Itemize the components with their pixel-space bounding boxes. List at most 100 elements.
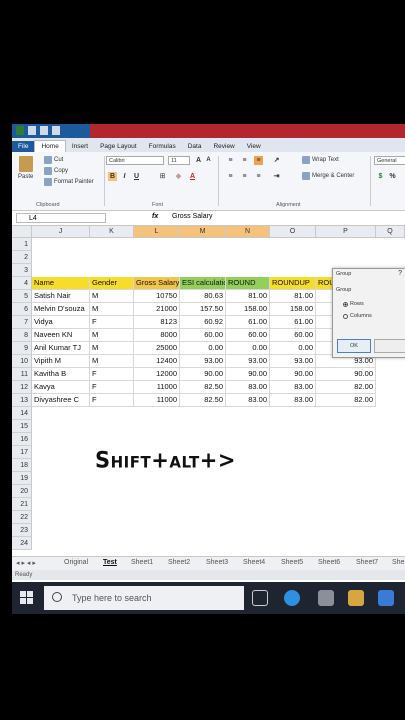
grow-font-icon[interactable]: A (194, 156, 203, 165)
indent-icon[interactable]: ⇥ (272, 172, 281, 181)
cell-rounddown[interactable]: 82.00 (316, 381, 376, 394)
file-explorer-icon[interactable] (318, 590, 334, 606)
row-header[interactable]: 8 (12, 329, 32, 342)
cell-gross-salary[interactable]: 11000 (134, 394, 180, 407)
font-size-select[interactable]: 11 (168, 156, 190, 165)
row-header[interactable]: 9 (12, 342, 32, 355)
header-cell-esi[interactable]: ESI calculation (180, 277, 226, 290)
tab-home[interactable]: Home (34, 140, 66, 152)
name-box[interactable]: L4 (16, 213, 106, 223)
row-header[interactable]: 17 (12, 446, 32, 459)
row-header[interactable]: 18 (12, 459, 32, 472)
rows-radio[interactable]: Rows (343, 301, 364, 307)
tab-data[interactable]: Data (182, 141, 208, 152)
columns-radio[interactable]: Columns (343, 313, 372, 319)
font-color-icon[interactable]: A (188, 172, 197, 181)
tab-insert[interactable]: Insert (66, 141, 94, 152)
borders-icon[interactable]: ⊞ (158, 172, 167, 181)
cell-gross-salary[interactable]: 8123 (134, 316, 180, 329)
cell-round[interactable]: 83.00 (226, 381, 270, 394)
edge-browser-icon[interactable] (284, 590, 300, 606)
cell-esi[interactable]: 82.50 (180, 394, 226, 407)
wrap-text-button[interactable]: Wrap Text (302, 156, 339, 164)
font-name-select[interactable]: Calibri (106, 156, 164, 165)
header-cell-gross-salary[interactable]: Gross Salary (134, 277, 180, 290)
row-header[interactable]: 16 (12, 433, 32, 446)
cell-round[interactable]: 83.00 (226, 394, 270, 407)
cell-roundup[interactable]: 158.00 (270, 303, 316, 316)
cell-gender[interactable]: F (90, 316, 134, 329)
cell-roundup[interactable]: 61.00 (270, 316, 316, 329)
sheet-tab-test[interactable]: Test (103, 559, 117, 566)
tab-view[interactable]: View (241, 141, 267, 152)
row-header[interactable]: 22 (12, 511, 32, 524)
row-header[interactable]: 4 (12, 277, 32, 290)
select-all-corner[interactable] (12, 226, 32, 238)
row-header[interactable]: 10 (12, 355, 32, 368)
cell-gender[interactable]: M (90, 290, 134, 303)
task-view-icon[interactable] (252, 590, 268, 606)
copy-button[interactable]: Copy (44, 167, 68, 175)
cell-gender[interactable]: M (90, 342, 134, 355)
row-header[interactable]: 21 (12, 498, 32, 511)
cell-gender[interactable]: M (90, 355, 134, 368)
cell-name[interactable]: Vipith M (32, 355, 90, 368)
cell-round[interactable]: 158.00 (226, 303, 270, 316)
cell-name[interactable]: Satish Nair (32, 290, 90, 303)
taskbar-search[interactable]: Type here to search (44, 586, 244, 610)
cell-gender[interactable]: F (90, 381, 134, 394)
cell-gross-salary[interactable]: 25000 (134, 342, 180, 355)
cell-esi[interactable]: 80.63 (180, 290, 226, 303)
cell-roundup[interactable]: 83.00 (270, 394, 316, 407)
cell-esi[interactable]: 0.00 (180, 342, 226, 355)
cell-round[interactable]: 90.00 (226, 368, 270, 381)
cell-esi[interactable]: 82.50 (180, 381, 226, 394)
redo-icon[interactable] (52, 126, 60, 135)
align-center-icon[interactable]: ≡ (240, 172, 249, 181)
italic-button[interactable]: I (120, 172, 129, 181)
tab-file[interactable]: File (12, 141, 35, 152)
cell-esi[interactable]: 60.92 (180, 316, 226, 329)
sheet-nav-arrows-icon[interactable]: ◂ ▸ ◂ ▸ (16, 559, 36, 567)
cell-gender[interactable]: M (90, 303, 134, 316)
column-header[interactable]: L (134, 226, 180, 238)
row-header[interactable]: 23 (12, 524, 32, 537)
save-icon[interactable] (28, 126, 36, 135)
header-cell-name[interactable]: Name (32, 277, 90, 290)
cell-gender[interactable]: F (90, 394, 134, 407)
cell-gross-salary[interactable]: 8000 (134, 329, 180, 342)
tab-page-layout[interactable]: Page Layout (94, 141, 143, 152)
row-header[interactable]: 19 (12, 472, 32, 485)
align-bottom-icon[interactable]: ≡ (254, 156, 263, 165)
currency-icon[interactable]: $ (376, 172, 385, 181)
cell-round[interactable]: 0.00 (226, 342, 270, 355)
row-header[interactable]: 3 (12, 264, 32, 277)
sheet-tab-sheet5[interactable]: Sheet5 (281, 559, 303, 566)
fx-icon[interactable]: fx (152, 213, 158, 220)
cell-gross-salary[interactable]: 12400 (134, 355, 180, 368)
sheet-tab-original[interactable]: Original (64, 559, 88, 566)
paste-button[interactable]: Paste (18, 156, 33, 180)
formula-input[interactable]: Gross Salary (172, 213, 212, 220)
cell-round[interactable]: 81.00 (226, 290, 270, 303)
row-header[interactable]: 20 (12, 485, 32, 498)
row-header[interactable]: 15 (12, 420, 32, 433)
cell-round[interactable]: 93.00 (226, 355, 270, 368)
row-header[interactable]: 12 (12, 381, 32, 394)
column-header[interactable]: K (90, 226, 134, 238)
cell-name[interactable]: Kavitha B (32, 368, 90, 381)
cell-esi[interactable]: 90.00 (180, 368, 226, 381)
align-top-icon[interactable]: ≡ (226, 156, 235, 165)
cell-name[interactable]: Naveen KN (32, 329, 90, 342)
align-right-icon[interactable]: ≡ (254, 172, 263, 181)
row-header[interactable]: 2 (12, 251, 32, 264)
tab-formulas[interactable]: Formulas (143, 141, 182, 152)
cell-name[interactable]: Kavya (32, 381, 90, 394)
row-header[interactable]: 1 (12, 238, 32, 251)
sheet-tab-more[interactable]: She (392, 559, 404, 566)
column-header[interactable]: M (180, 226, 226, 238)
cell-esi[interactable]: 157.50 (180, 303, 226, 316)
cell-name[interactable]: Anil Kumar TJ (32, 342, 90, 355)
row-header[interactable]: 14 (12, 407, 32, 420)
header-cell-roundup[interactable]: ROUNDUP (270, 277, 316, 290)
